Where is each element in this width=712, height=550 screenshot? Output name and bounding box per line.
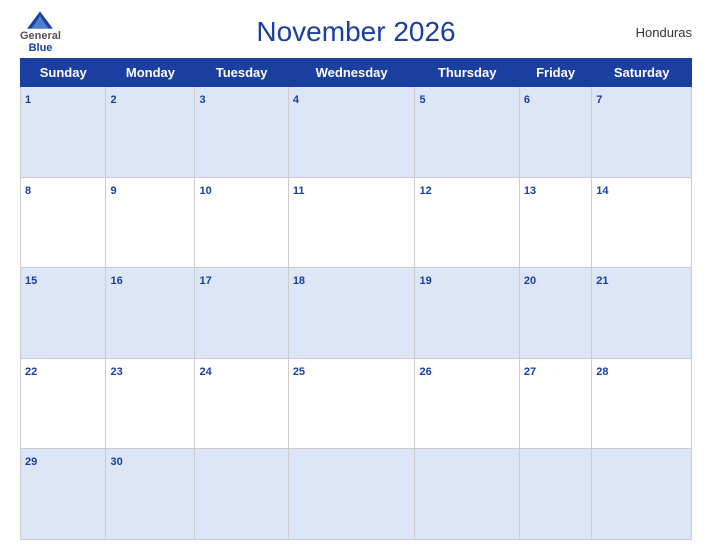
calendar-week-row: 1 2 3 4 5 6 7 — [21, 87, 692, 178]
calendar-day-cell: 22 — [21, 358, 106, 449]
day-number: 15 — [25, 275, 37, 287]
calendar-day-cell: 10 — [195, 177, 288, 268]
calendar-day-cell: 25 — [288, 358, 415, 449]
day-number: 3 — [199, 94, 205, 106]
day-number: 11 — [293, 185, 305, 197]
calendar-day-cell: 3 — [195, 87, 288, 178]
calendar-day-cell: 24 — [195, 358, 288, 449]
calendar-day-cell: 13 — [519, 177, 591, 268]
calendar-day-cell: 17 — [195, 268, 288, 359]
day-number: 24 — [199, 366, 211, 378]
calendar-day-cell: 19 — [415, 268, 519, 359]
calendar-week-row: 15 16 17 18 19 20 21 — [21, 268, 692, 359]
weekday-header-friday: Friday — [519, 59, 591, 87]
weekday-header-row: SundayMondayTuesdayWednesdayThursdayFrid… — [21, 59, 692, 87]
calendar-day-cell: 23 — [106, 358, 195, 449]
day-number: 29 — [25, 456, 37, 468]
calendar-day-cell: 16 — [106, 268, 195, 359]
day-number: 2 — [110, 94, 116, 106]
day-number: 28 — [596, 366, 608, 378]
day-number: 25 — [293, 366, 305, 378]
calendar-week-row: 22 23 24 25 26 27 28 — [21, 358, 692, 449]
day-number: 8 — [25, 185, 31, 197]
calendar-day-cell: 26 — [415, 358, 519, 449]
calendar-day-cell: 11 — [288, 177, 415, 268]
day-number: 9 — [110, 185, 116, 197]
day-number: 30 — [110, 456, 122, 468]
month-title: November 2026 — [256, 16, 455, 48]
day-number: 12 — [419, 185, 431, 197]
logo-general-text: General — [20, 30, 61, 42]
calendar-day-cell: 4 — [288, 87, 415, 178]
calendar-day-cell: 1 — [21, 87, 106, 178]
day-number: 16 — [110, 275, 122, 287]
calendar-day-cell: 15 — [21, 268, 106, 359]
calendar-day-cell: 29 — [21, 449, 106, 540]
weekday-header-wednesday: Wednesday — [288, 59, 415, 87]
calendar-day-cell: 28 — [592, 358, 692, 449]
calendar-day-cell — [288, 449, 415, 540]
calendar-day-cell: 20 — [519, 268, 591, 359]
day-number: 10 — [199, 185, 211, 197]
calendar-day-cell: 18 — [288, 268, 415, 359]
day-number: 6 — [524, 94, 530, 106]
calendar-day-cell — [195, 449, 288, 540]
calendar-day-cell — [415, 449, 519, 540]
weekday-header-thursday: Thursday — [415, 59, 519, 87]
calendar-day-cell: 7 — [592, 87, 692, 178]
calendar-day-cell: 9 — [106, 177, 195, 268]
day-number: 5 — [419, 94, 425, 106]
day-number: 18 — [293, 275, 305, 287]
calendar-day-cell: 14 — [592, 177, 692, 268]
logo-blue-text: Blue — [29, 42, 53, 54]
weekday-header-tuesday: Tuesday — [195, 59, 288, 87]
day-number: 23 — [110, 366, 122, 378]
day-number: 1 — [25, 94, 31, 106]
day-number: 14 — [596, 185, 608, 197]
day-number: 19 — [419, 275, 431, 287]
calendar-day-cell: 12 — [415, 177, 519, 268]
day-number: 4 — [293, 94, 299, 106]
day-number: 26 — [419, 366, 431, 378]
calendar-table: SundayMondayTuesdayWednesdayThursdayFrid… — [20, 58, 692, 540]
day-number: 7 — [596, 94, 602, 106]
calendar-day-cell: 5 — [415, 87, 519, 178]
calendar-day-cell — [592, 449, 692, 540]
weekday-header-monday: Monday — [106, 59, 195, 87]
calendar-day-cell: 2 — [106, 87, 195, 178]
calendar-day-cell: 6 — [519, 87, 591, 178]
weekday-header-sunday: Sunday — [21, 59, 106, 87]
calendar-day-cell: 30 — [106, 449, 195, 540]
day-number: 13 — [524, 185, 536, 197]
calendar-day-cell: 27 — [519, 358, 591, 449]
weekday-header-saturday: Saturday — [592, 59, 692, 87]
day-number: 17 — [199, 275, 211, 287]
logo-icon — [25, 10, 55, 30]
calendar-week-row: 8 9 10 11 12 13 14 — [21, 177, 692, 268]
day-number: 20 — [524, 275, 536, 287]
day-number: 21 — [596, 275, 608, 287]
day-number: 22 — [25, 366, 37, 378]
calendar-header: General Blue November 2026 Honduras — [20, 10, 692, 54]
generalblue-logo: General Blue — [20, 10, 61, 54]
calendar-day-cell — [519, 449, 591, 540]
day-number: 27 — [524, 366, 536, 378]
country-label: Honduras — [636, 25, 692, 40]
calendar-week-row: 29 30 — [21, 449, 692, 540]
calendar-day-cell: 21 — [592, 268, 692, 359]
calendar-day-cell: 8 — [21, 177, 106, 268]
